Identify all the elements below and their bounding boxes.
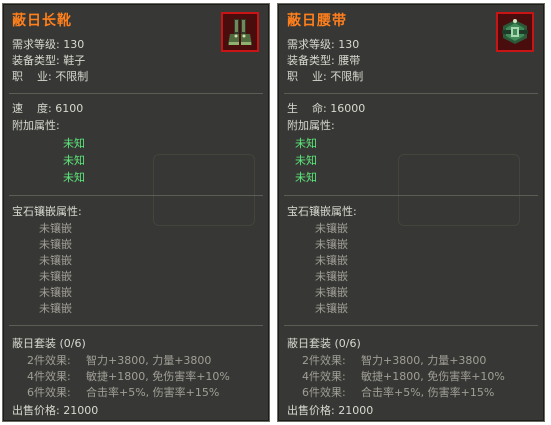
divider — [9, 195, 263, 196]
gem-label: 宝石镶嵌属性: — [287, 205, 357, 218]
gem-slot-3: 未镶嵌 — [315, 254, 348, 267]
job-label: 职 业: — [287, 70, 327, 83]
set-effect-label-1: 2件效果: — [302, 354, 346, 367]
gem-slot-5: 未镶嵌 — [315, 286, 348, 299]
background-decoration — [153, 154, 255, 226]
extra-attr-1: 未知 — [63, 137, 85, 150]
set-effect-value-3: 合击率+5%, 伤害率+15% — [86, 386, 220, 399]
divider — [9, 325, 263, 326]
item-title: 蔽日长靴 — [12, 13, 72, 29]
extra-attr-2: 未知 — [295, 154, 317, 167]
divider — [284, 93, 538, 94]
set-name: 蔽日套装 (0/6) — [12, 337, 86, 350]
extra-attr-2: 未知 — [63, 154, 85, 167]
job-row: 职 业: 不限制 — [287, 68, 363, 84]
price-value: 21000 — [63, 404, 99, 417]
gem-slot-3: 未镶嵌 — [39, 254, 72, 267]
extra-attr-3: 未知 — [63, 171, 85, 184]
gem-slot-1: 未镶嵌 — [39, 222, 72, 235]
job-value: 不限制 — [55, 70, 89, 83]
gem-slot-1: 未镶嵌 — [315, 222, 348, 235]
belt-icon[interactable] — [496, 12, 534, 52]
gem-slot-6: 未镶嵌 — [315, 302, 348, 315]
job-row: 职 业: 不限制 — [12, 68, 88, 84]
equip-type-value: 鞋子 — [63, 54, 86, 67]
extra-attr-label: 附加属性: — [287, 119, 335, 132]
price-label: 出售价格: — [12, 404, 60, 417]
item-title: 蔽日腰带 — [287, 13, 347, 29]
equip-type-value: 腰带 — [338, 54, 361, 67]
set-effect-value-2: 敏捷+1800, 免伤害率+10% — [361, 370, 505, 383]
price-value: 21000 — [338, 404, 374, 417]
set-effect-value-1: 智力+3800, 力量+3800 — [86, 354, 212, 367]
gem-slot-4: 未镶嵌 — [315, 270, 348, 283]
gem-slot-6: 未镶嵌 — [39, 302, 72, 315]
item-tooltip-boots: 蔽日长靴 需求等级: 130 装备类型: 鞋子 职 业: 不限制 速 度: 61… — [2, 3, 270, 422]
req-level-label: 需求等级: — [12, 38, 60, 51]
gem-slot-4: 未镶嵌 — [39, 270, 72, 283]
stat-row: 生 命: 16000 — [287, 100, 365, 116]
set-effect-value-2: 敏捷+1800, 免伤害率+10% — [86, 370, 230, 383]
job-value: 不限制 — [330, 70, 364, 83]
extra-attr-3: 未知 — [295, 171, 317, 184]
set-effect-value-3: 合击率+5%, 伤害率+15% — [361, 386, 495, 399]
stat-value: 6100 — [55, 102, 84, 115]
gem-slot-5: 未镶嵌 — [39, 286, 72, 299]
price-row: 出售价格: 21000 — [287, 402, 373, 418]
set-effect-value-1: 智力+3800, 力量+3800 — [361, 354, 487, 367]
req-level-label: 需求等级: — [287, 38, 335, 51]
set-effect-label-2: 4件效果: — [27, 370, 71, 383]
gem-slot-2: 未镶嵌 — [39, 238, 72, 251]
equip-type-label: 装备类型: — [287, 54, 335, 67]
req-level-row: 需求等级: 130 — [12, 36, 84, 52]
background-decoration — [398, 154, 520, 226]
item-tooltip-belt: 蔽日腰带 需求等级: 130 装备类型: 腰带 职 业: 不限制 生 命: 16… — [277, 3, 545, 422]
req-level-row: 需求等级: 130 — [287, 36, 359, 52]
req-level-value: 130 — [338, 38, 360, 51]
price-row: 出售价格: 21000 — [12, 402, 98, 418]
price-label: 出售价格: — [287, 404, 335, 417]
stat-label: 生 命: — [287, 102, 327, 115]
set-effect-label-1: 2件效果: — [27, 354, 71, 367]
req-level-value: 130 — [63, 38, 85, 51]
stat-label: 速 度: — [12, 102, 52, 115]
set-name: 蔽日套装 (0/6) — [287, 337, 361, 350]
gem-slot-2: 未镶嵌 — [315, 238, 348, 251]
stat-row: 速 度: 6100 — [12, 100, 83, 116]
divider — [9, 93, 263, 94]
set-effect-label-2: 4件效果: — [302, 370, 346, 383]
equip-type-row: 装备类型: 腰带 — [287, 52, 360, 68]
equip-type-label: 装备类型: — [12, 54, 60, 67]
extra-attr-1: 未知 — [295, 137, 317, 150]
divider — [284, 325, 538, 326]
stat-value: 16000 — [330, 102, 366, 115]
extra-attr-label: 附加属性: — [12, 119, 60, 132]
equip-type-row: 装备类型: 鞋子 — [12, 52, 85, 68]
set-effect-label-3: 6件效果: — [27, 386, 71, 399]
job-label: 职 业: — [12, 70, 52, 83]
divider — [284, 195, 538, 196]
boots-icon[interactable] — [221, 12, 259, 52]
gem-label: 宝石镶嵌属性: — [12, 205, 82, 218]
set-effect-label-3: 6件效果: — [302, 386, 346, 399]
